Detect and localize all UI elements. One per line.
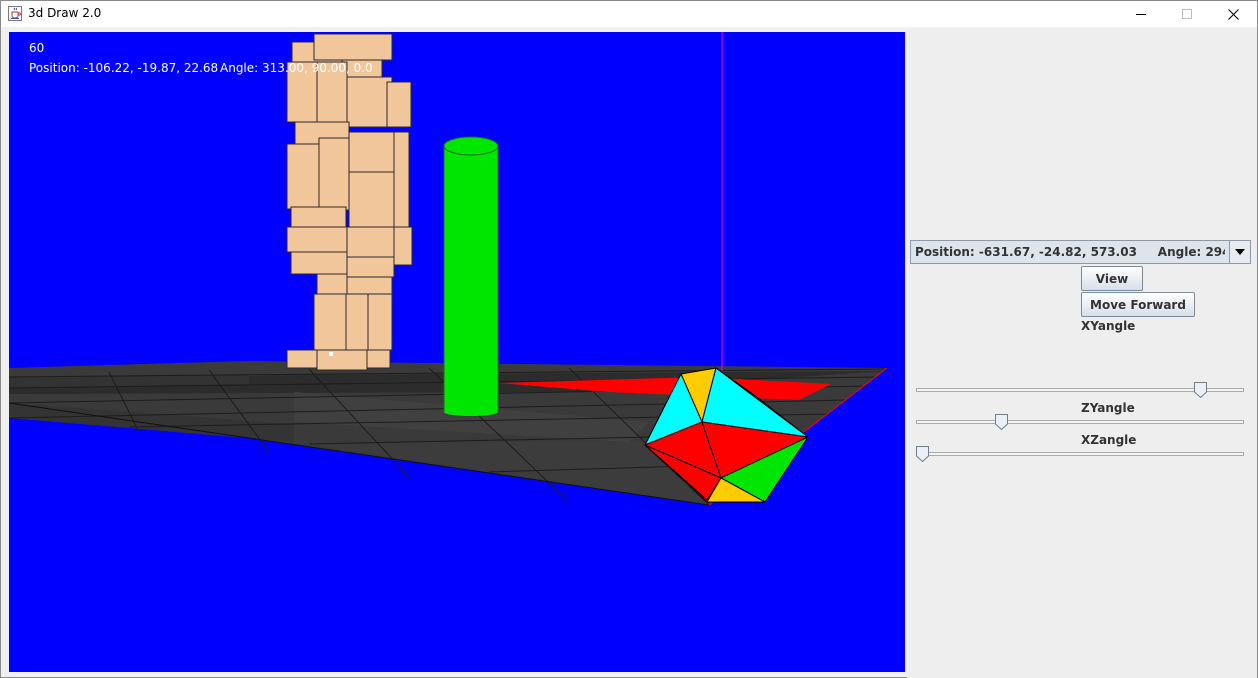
dropdown-arrow-button[interactable] (1229, 241, 1250, 263)
maximize-icon (1182, 9, 1192, 19)
zy-angle-label: ZYangle (1081, 401, 1135, 415)
move-forward-button[interactable]: Move Forward (1081, 292, 1195, 317)
slider-track (916, 420, 1244, 424)
zy-angle-slider[interactable] (916, 414, 1244, 430)
3d-viewport[interactable]: 60 Position: -106.22, -19.87, 22.68 Angl… (9, 32, 905, 672)
control-panel: Position: -631.67, -24.82, 573.03 Angle:… (907, 28, 1257, 678)
voxel-figure (286, 33, 413, 371)
xz-angle-slider[interactable] (916, 446, 1244, 462)
slider-track (916, 452, 1244, 456)
window-title: 3d Draw 2.0 (28, 6, 102, 20)
view-button[interactable]: View (1081, 266, 1143, 291)
3d-scene (9, 32, 888, 506)
figure-marker (329, 352, 333, 356)
angle-readout: Angle: 313.00, 90.00, 0.0 (220, 61, 373, 75)
camera-preset-value: Position: -631.67, -24.82, 573.03 Angle:… (915, 245, 1225, 259)
xz-angle-label: XZangle (1081, 433, 1137, 447)
xy-angle-slider[interactable] (916, 382, 1244, 398)
chevron-down-icon (1235, 249, 1245, 255)
position-readout: Position: -106.22, -19.87, 22.68 (29, 61, 219, 75)
green-cylinder (443, 136, 499, 416)
title-bar[interactable]: 3d Draw 2.0 (1, 1, 1257, 27)
camera-preset-select[interactable]: Position: -631.67, -24.82, 573.03 Angle:… (910, 240, 1251, 264)
slider-thumb[interactable] (1194, 382, 1208, 398)
close-icon (1227, 8, 1239, 20)
minimize-button[interactable] (1118, 1, 1164, 27)
xy-angle-label: XYangle (1081, 319, 1136, 333)
close-button[interactable] (1210, 1, 1256, 27)
java-cup-icon (8, 6, 22, 21)
app-window: 3d Draw 2.0 60 Position: -106.22, -19.87… (0, 0, 1258, 678)
minimize-icon (1136, 14, 1146, 15)
slider-thumb[interactable] (995, 414, 1008, 430)
fps-readout: 60 (29, 41, 45, 55)
slider-thumb[interactable] (916, 446, 929, 462)
maximize-button[interactable] (1164, 1, 1210, 27)
